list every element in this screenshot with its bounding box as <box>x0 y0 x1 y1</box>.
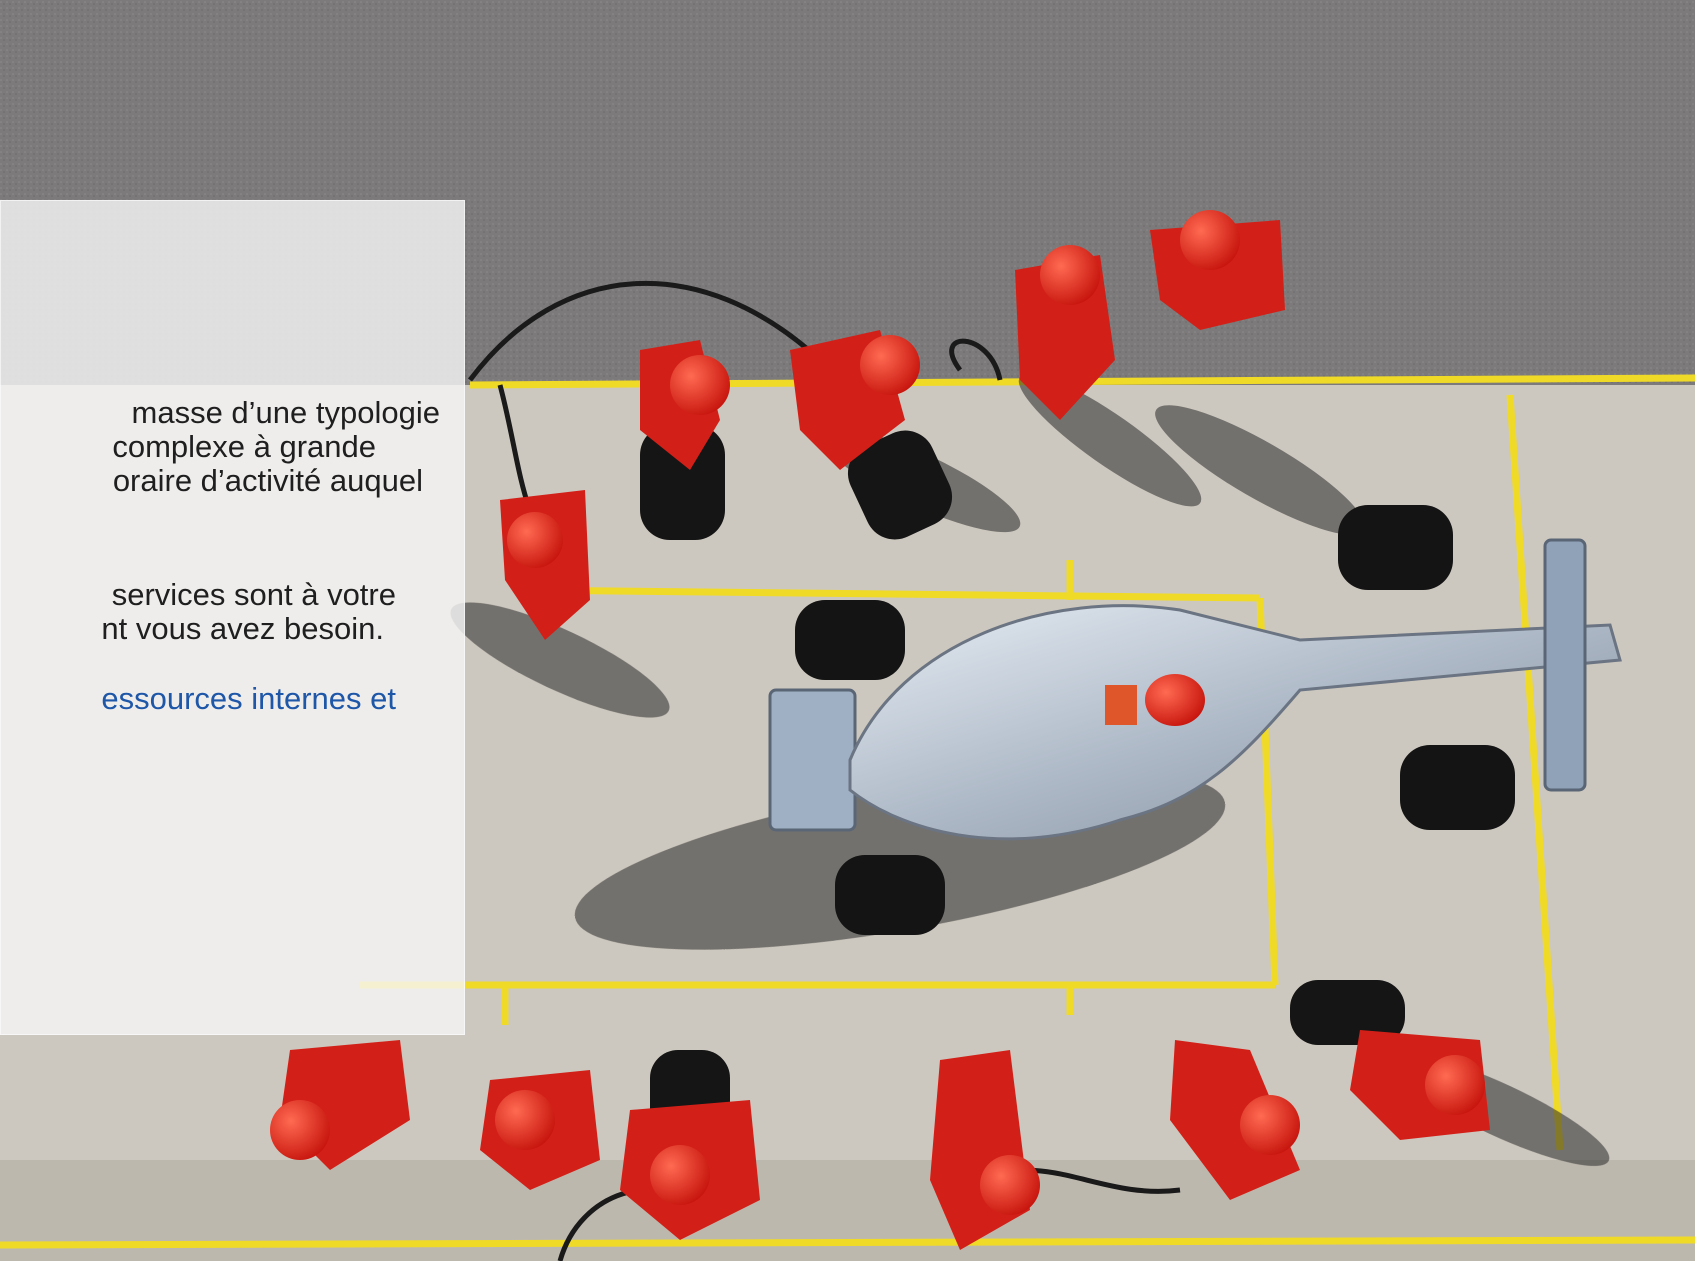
panel-text-block: masse d’une typologie complexe à grande … <box>1 395 464 716</box>
panel-line-1: masse d’une typologie <box>131 395 440 430</box>
panel-line-5: nt vous avez besoin. <box>101 611 384 646</box>
text-overlay-panel: masse d’une typologie complexe à grande … <box>0 200 465 1035</box>
panel-line-2: complexe à grande <box>112 429 376 464</box>
panel-line-4: services sont à votre <box>111 577 396 612</box>
resources-link[interactable]: essources internes et <box>1 682 464 716</box>
panel-line-3: oraire d’activité auquel <box>112 463 423 498</box>
